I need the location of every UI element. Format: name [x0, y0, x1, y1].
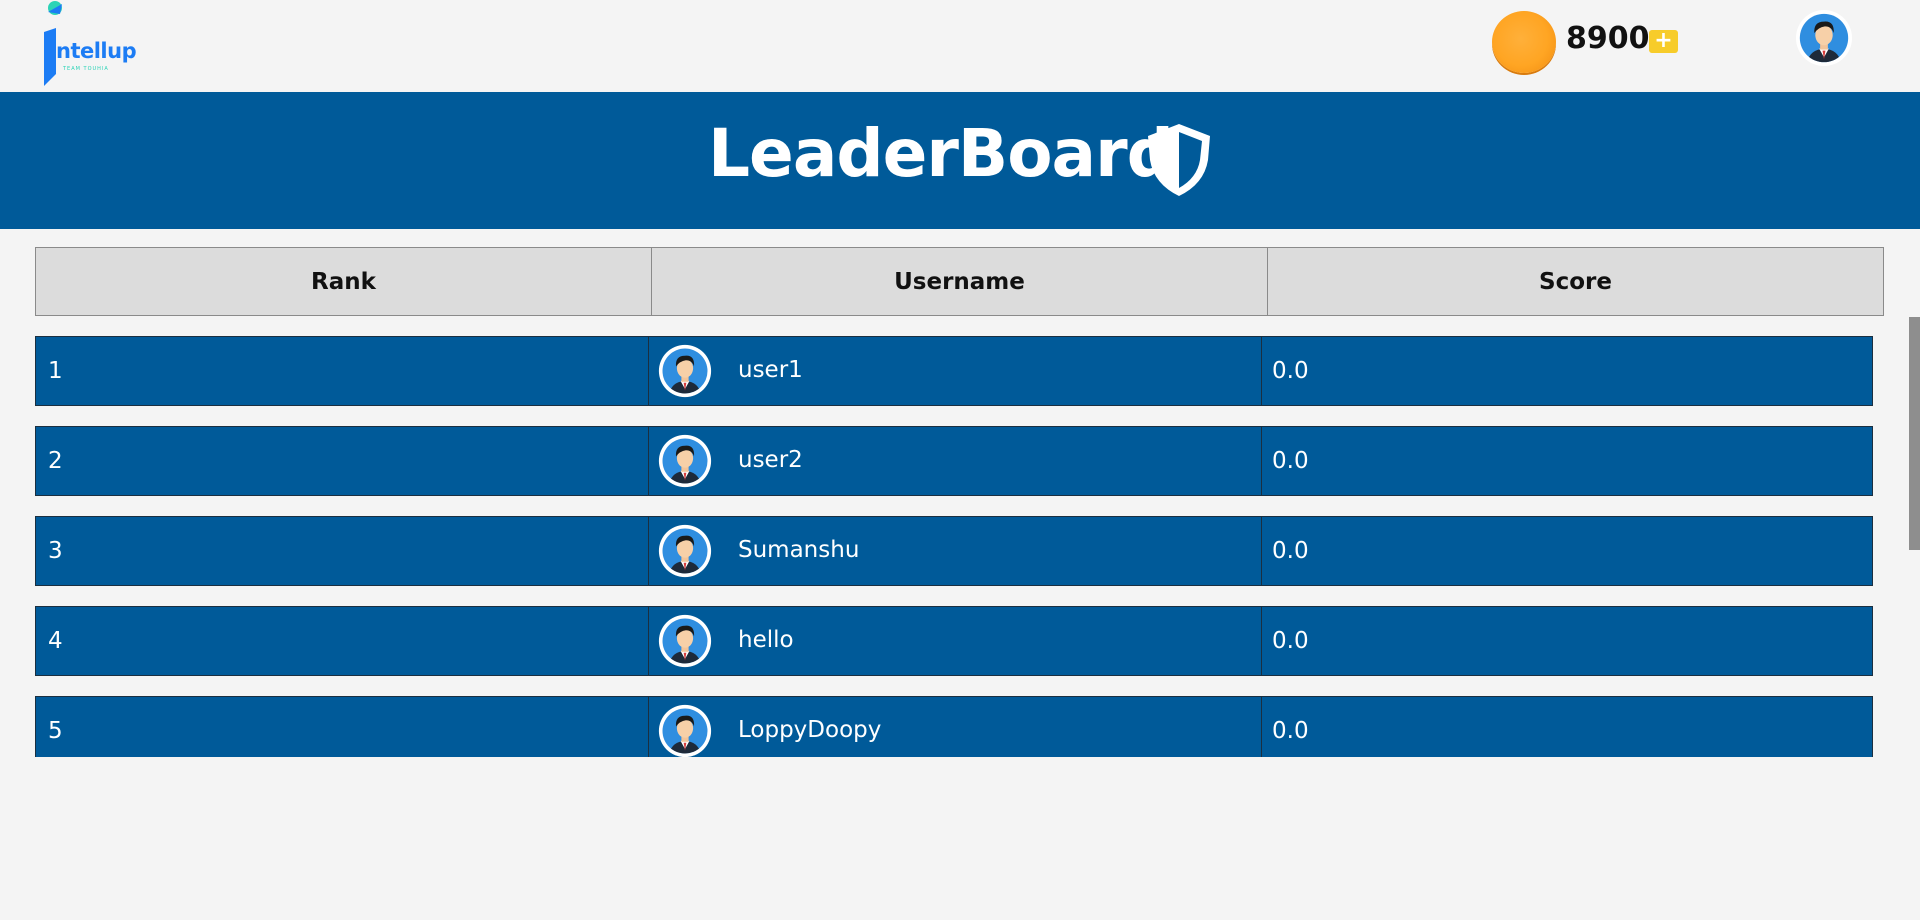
avatar-icon	[658, 704, 712, 757]
username-cell: LoppyDoopy	[648, 697, 1261, 757]
table-row[interactable]: 3 Sumanshu 0.0	[35, 516, 1873, 586]
table-header: Rank Username Score	[35, 247, 1884, 316]
rank-cell: 1	[48, 358, 63, 384]
header-rank[interactable]: Rank	[35, 247, 652, 316]
score-cell: 0.0	[1261, 607, 1872, 675]
table-row[interactable]: 1 user1 0.0	[35, 336, 1873, 406]
score-cell: 0.0	[1261, 697, 1872, 757]
username: hello	[738, 627, 794, 653]
profile-avatar-icon[interactable]	[1795, 9, 1853, 67]
table-row[interactable]: 5 LoppyDoopy 0.0	[35, 696, 1873, 757]
username-cell: user2	[648, 427, 1261, 495]
avatar-icon	[658, 614, 712, 668]
header-score[interactable]: Score	[1267, 247, 1884, 316]
rank-cell: 2	[48, 448, 63, 474]
coin-balance: 8900	[1566, 21, 1650, 56]
shield-icon	[1148, 124, 1210, 196]
brand-tagline: TEAM TOUHIA	[63, 66, 109, 72]
page-viewport: ntellup TEAM TOUHIA 8900 + LeaderBoard R…	[0, 0, 1920, 757]
header-username[interactable]: Username	[651, 247, 1268, 316]
score-cell: 0.0	[1261, 337, 1872, 405]
username-cell: user1	[648, 337, 1261, 405]
username: Sumanshu	[738, 537, 860, 563]
coin-icon	[1492, 11, 1556, 73]
score-cell: 0.0	[1261, 517, 1872, 585]
score-cell: 0.0	[1261, 427, 1872, 495]
brand-name: ntellup	[56, 39, 137, 63]
top-bar: ntellup TEAM TOUHIA 8900 +	[0, 0, 1920, 92]
table-row[interactable]: 2 user2 0.0	[35, 426, 1873, 496]
avatar-icon	[658, 344, 712, 398]
username-cell: Sumanshu	[648, 517, 1261, 585]
add-coins-button[interactable]: +	[1649, 30, 1678, 53]
avatar-icon	[658, 524, 712, 578]
username-cell: hello	[648, 607, 1261, 675]
scrollbar-thumb[interactable]	[1909, 317, 1920, 550]
username: LoppyDoopy	[738, 717, 882, 743]
avatar-icon	[658, 434, 712, 488]
username: user1	[738, 357, 803, 383]
rank-cell: 3	[48, 538, 63, 564]
table-row[interactable]: 4 hello 0.0	[35, 606, 1873, 676]
leaderboard-banner: LeaderBoard	[0, 92, 1920, 229]
rank-cell: 4	[48, 628, 63, 654]
rank-cell: 5	[48, 718, 63, 744]
username: user2	[738, 447, 803, 473]
page-title: LeaderBoard	[708, 115, 1174, 192]
